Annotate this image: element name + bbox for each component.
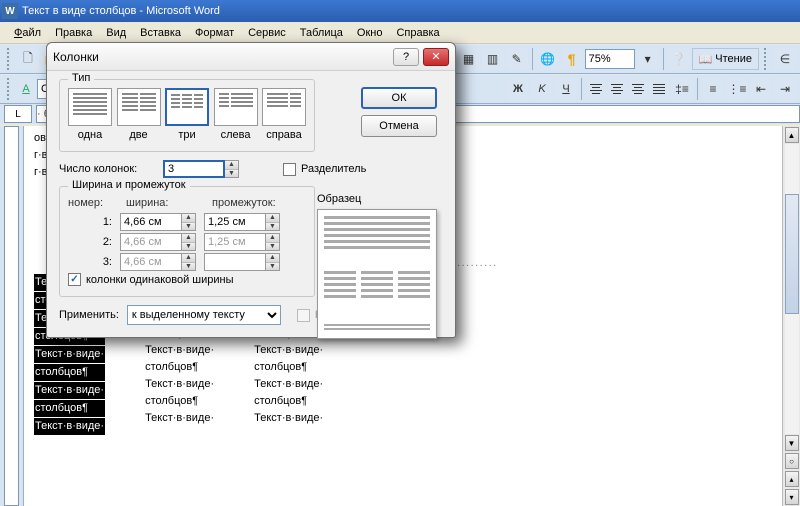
- toolbar-grip[interactable]: [7, 48, 12, 70]
- dialog-body: Тип одна две три слева справа ОК Отмена …: [47, 71, 455, 337]
- ruler-corner[interactable]: L: [4, 105, 32, 123]
- line-spacing-button[interactable]: ‡≡: [671, 78, 693, 100]
- align-group: [586, 80, 669, 98]
- sample-label: Образец: [317, 193, 437, 205]
- align-left-button[interactable]: [586, 80, 606, 98]
- width-gap-group: Ширина и промежуток номер: ширина: проме…: [59, 186, 315, 297]
- toolbar-separator: [581, 78, 582, 100]
- menu-view[interactable]: Вид: [100, 25, 132, 41]
- align-right-button[interactable]: [628, 80, 648, 98]
- scroll-up-button[interactable]: ▲: [785, 127, 799, 143]
- dialog-close-button[interactable]: ✕: [423, 48, 449, 66]
- preset-three[interactable]: три: [165, 88, 209, 141]
- type-group: Тип одна две три слева справа: [59, 79, 315, 152]
- reading-mode-button[interactable]: 📖Чтение: [692, 48, 759, 70]
- help-button[interactable]: ❔: [668, 48, 690, 70]
- numcols-spinner[interactable]: ▲▼: [163, 160, 239, 178]
- toolbar-grip[interactable]: [7, 78, 12, 100]
- insert-table-button[interactable]: ▦: [458, 48, 480, 70]
- scroll-down-button[interactable]: ▼: [785, 435, 799, 451]
- row3-gap-spinner[interactable]: ▲▼: [204, 253, 280, 271]
- dialog-help-button[interactable]: ?: [393, 48, 419, 66]
- col-header-num: номер:: [68, 197, 116, 209]
- divider-checkbox[interactable]: Разделитель: [283, 163, 366, 176]
- preset-one[interactable]: одна: [68, 88, 112, 141]
- toolbar-separator: [532, 48, 533, 70]
- type-group-label: Тип: [68, 72, 94, 84]
- align-justify-button[interactable]: [649, 80, 669, 98]
- apply-label: Применить:: [59, 309, 119, 321]
- increase-indent-button[interactable]: ⇥: [774, 78, 796, 100]
- preset-two[interactable]: две: [117, 88, 161, 141]
- apply-select[interactable]: к выделенному тексту: [127, 305, 281, 325]
- window-title: Текст в виде столбцов - Microsoft Word: [22, 5, 798, 17]
- browse-object-button[interactable]: ○: [785, 453, 799, 469]
- numcols-label: Число колонок:: [59, 163, 155, 175]
- row1-num: 1:: [68, 216, 112, 228]
- dialog-buttons: ОК Отмена: [361, 87, 437, 137]
- preset-right[interactable]: справа: [262, 88, 306, 141]
- menu-file[interactable]: ФФайлайл: [8, 25, 47, 41]
- toolbar-separator: [697, 78, 698, 100]
- align-center-button[interactable]: [607, 80, 627, 98]
- menu-help[interactable]: Справка: [390, 25, 445, 41]
- decrease-indent-button[interactable]: ⇤: [750, 78, 772, 100]
- row2-width-spinner[interactable]: ▲▼: [120, 233, 196, 251]
- col-header-gap: промежуток:: [212, 197, 290, 209]
- underline-button[interactable]: Ч: [555, 78, 577, 100]
- prev-page-button[interactable]: ▴: [785, 471, 799, 487]
- columns-button[interactable]: ▥: [482, 48, 504, 70]
- bold-button[interactable]: Ж: [507, 78, 529, 100]
- menu-table[interactable]: Таблица: [294, 25, 349, 41]
- scroll-thumb[interactable]: [785, 194, 799, 314]
- columns-dialog: Колонки ? ✕ Тип одна две три слева справ…: [46, 42, 456, 338]
- titlebar: W Текст в виде столбцов - Microsoft Word: [0, 0, 800, 22]
- doc-map-button[interactable]: 🌐: [537, 48, 559, 70]
- row2-gap-spinner[interactable]: ▲▼: [204, 233, 280, 251]
- numbered-list-button[interactable]: ≡: [702, 78, 724, 100]
- next-page-button[interactable]: ▾: [785, 489, 799, 505]
- vertical-ruler[interactable]: [0, 126, 24, 506]
- zoom-dropdown[interactable]: ▾: [637, 48, 659, 70]
- dialog-title: Колонки: [53, 50, 389, 64]
- width-gap-label: Ширина и промежуток: [68, 179, 190, 191]
- scroll-track[interactable]: [785, 144, 799, 434]
- row3-width-spinner[interactable]: ▲▼: [120, 253, 196, 271]
- col-header-width: ширина:: [126, 197, 202, 209]
- show-marks-button[interactable]: ¶: [561, 48, 583, 70]
- menu-edit[interactable]: Правка: [49, 25, 98, 41]
- styles-button[interactable]: A: [17, 78, 35, 100]
- row2-num: 2:: [68, 236, 112, 248]
- row1-gap-spinner[interactable]: ▲▼: [204, 213, 280, 231]
- ok-button[interactable]: ОК: [361, 87, 437, 109]
- preset-left[interactable]: слева: [214, 88, 258, 141]
- menubar: ФФайлайл Правка Вид Вставка Формат Серви…: [0, 22, 800, 44]
- row1-width-spinner[interactable]: ▲▼: [120, 213, 196, 231]
- cancel-button[interactable]: Отмена: [361, 115, 437, 137]
- row3-num: 3:: [68, 256, 112, 268]
- sample-preview: Образец: [317, 193, 437, 339]
- menu-window[interactable]: Окно: [351, 25, 389, 41]
- menu-service[interactable]: Сервис: [242, 25, 292, 41]
- bulleted-list-button[interactable]: ⋮≡: [726, 78, 748, 100]
- italic-button[interactable]: K: [531, 78, 553, 100]
- toolbar-grip[interactable]: [764, 48, 769, 70]
- equal-width-checkbox[interactable]: ✓колонки одинаковой ширины: [68, 273, 306, 286]
- toolbar-separator: [663, 48, 664, 70]
- menu-format[interactable]: Формат: [189, 25, 240, 41]
- zoom-input[interactable]: [585, 49, 635, 69]
- dialog-titlebar[interactable]: Колонки ? ✕: [47, 43, 455, 71]
- sample-page-icon: [317, 209, 437, 339]
- app-icon: W: [2, 3, 18, 19]
- new-doc-button[interactable]: 🗋: [17, 48, 39, 70]
- epsilon-button[interactable]: ∈: [774, 48, 796, 70]
- numcols-input[interactable]: [163, 160, 225, 178]
- menu-insert[interactable]: Вставка: [134, 25, 187, 41]
- vertical-scrollbar[interactable]: ▲ ▼ ○ ▴ ▾: [782, 126, 800, 506]
- drawing-button[interactable]: ✎: [506, 48, 528, 70]
